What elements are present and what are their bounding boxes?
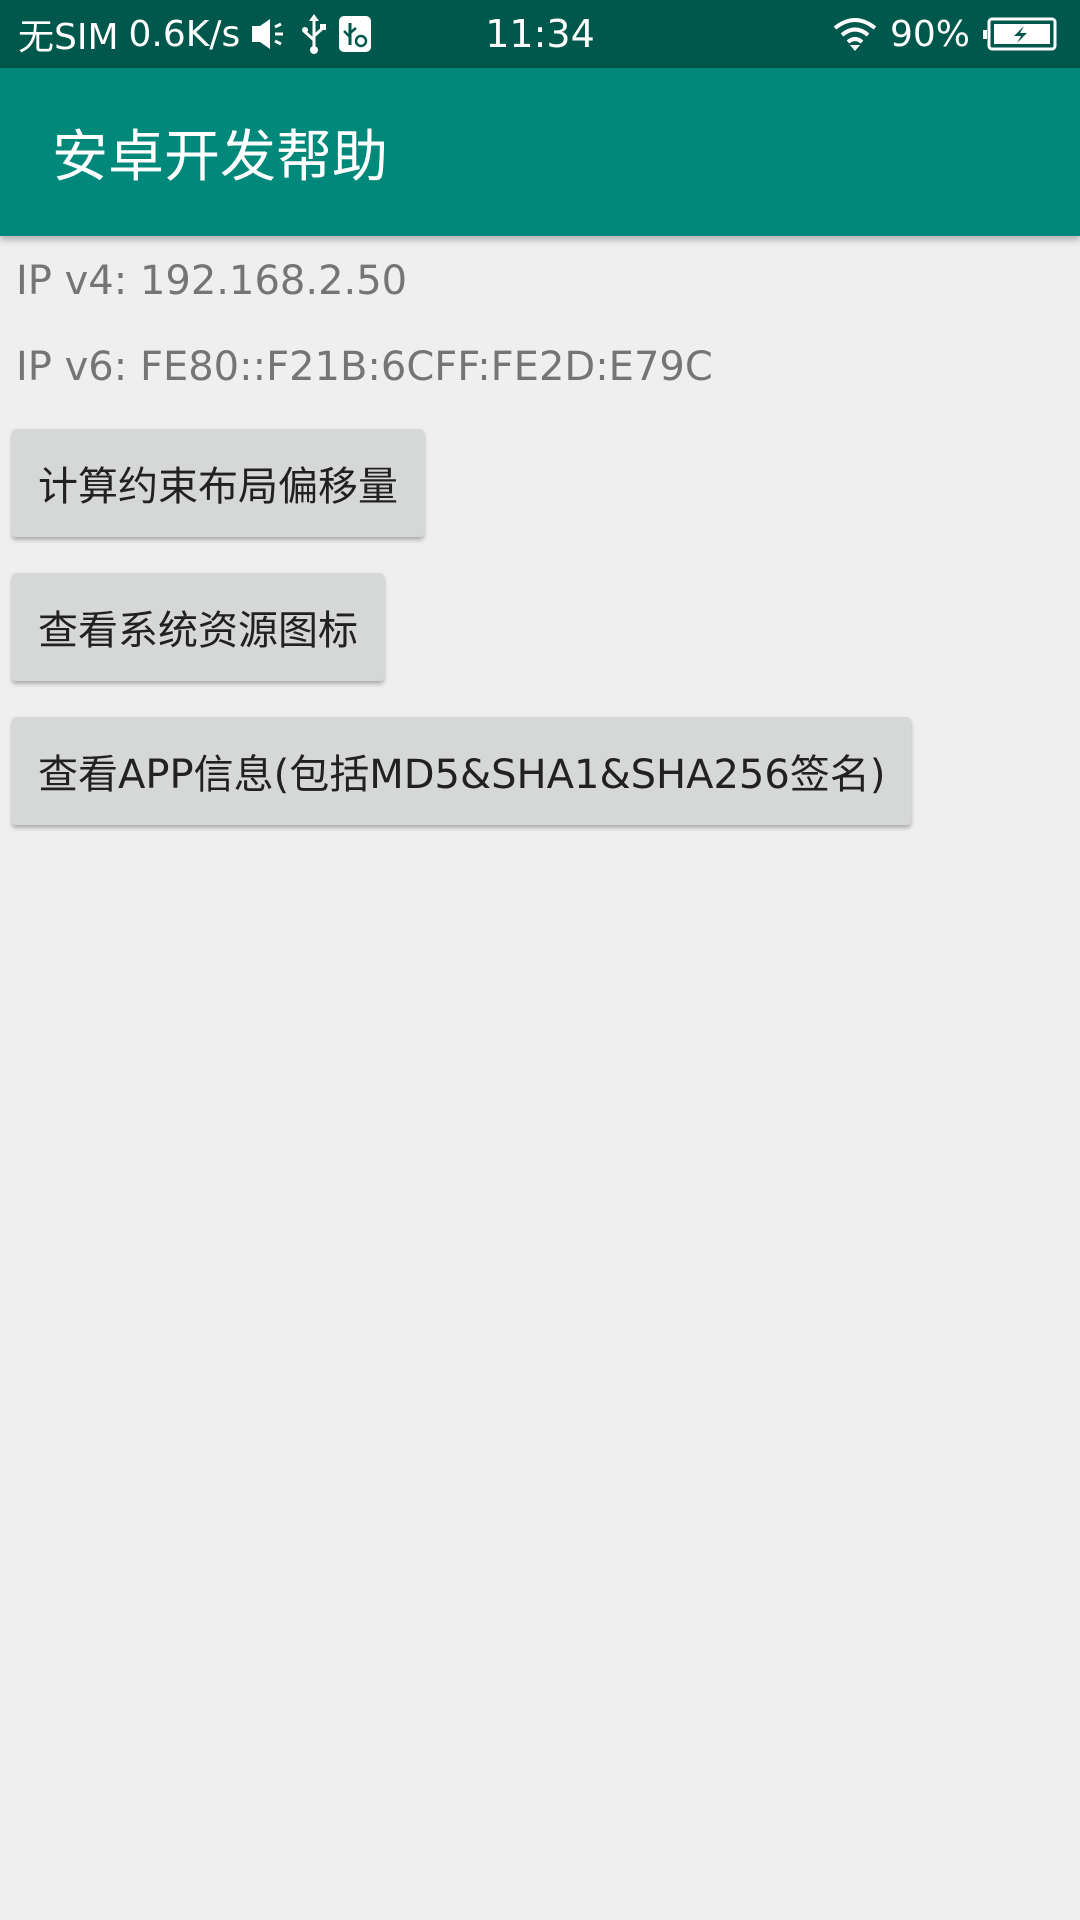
calc-constraint-offset-button[interactable]: 计算约束布局偏移量 [12,429,424,537]
app-bar: 安卓开发帮助 [0,68,1080,236]
wifi-icon [832,16,878,52]
status-time: 11:34 [485,12,595,56]
view-app-info-button[interactable]: 查看APP信息(包括MD5&SHA1&SHA256签名) [12,717,912,825]
app-title: 安卓开发帮助 [52,124,388,190]
battery-charging-icon [982,17,1058,51]
status-bar: 无SIM 0.6K/s 11:34 90% [0,0,1080,68]
status-bar-right: 90% [832,0,1058,68]
ip-v4-text: IP v4: 192.168.2.50 [16,258,408,304]
ip-v6-text: IP v6: FE80::F21B:6CFF:FE2D:E79C [16,344,713,390]
battery-percent: 90% [889,13,970,55]
view-system-icons-button[interactable]: 查看系统资源图标 [12,573,384,681]
